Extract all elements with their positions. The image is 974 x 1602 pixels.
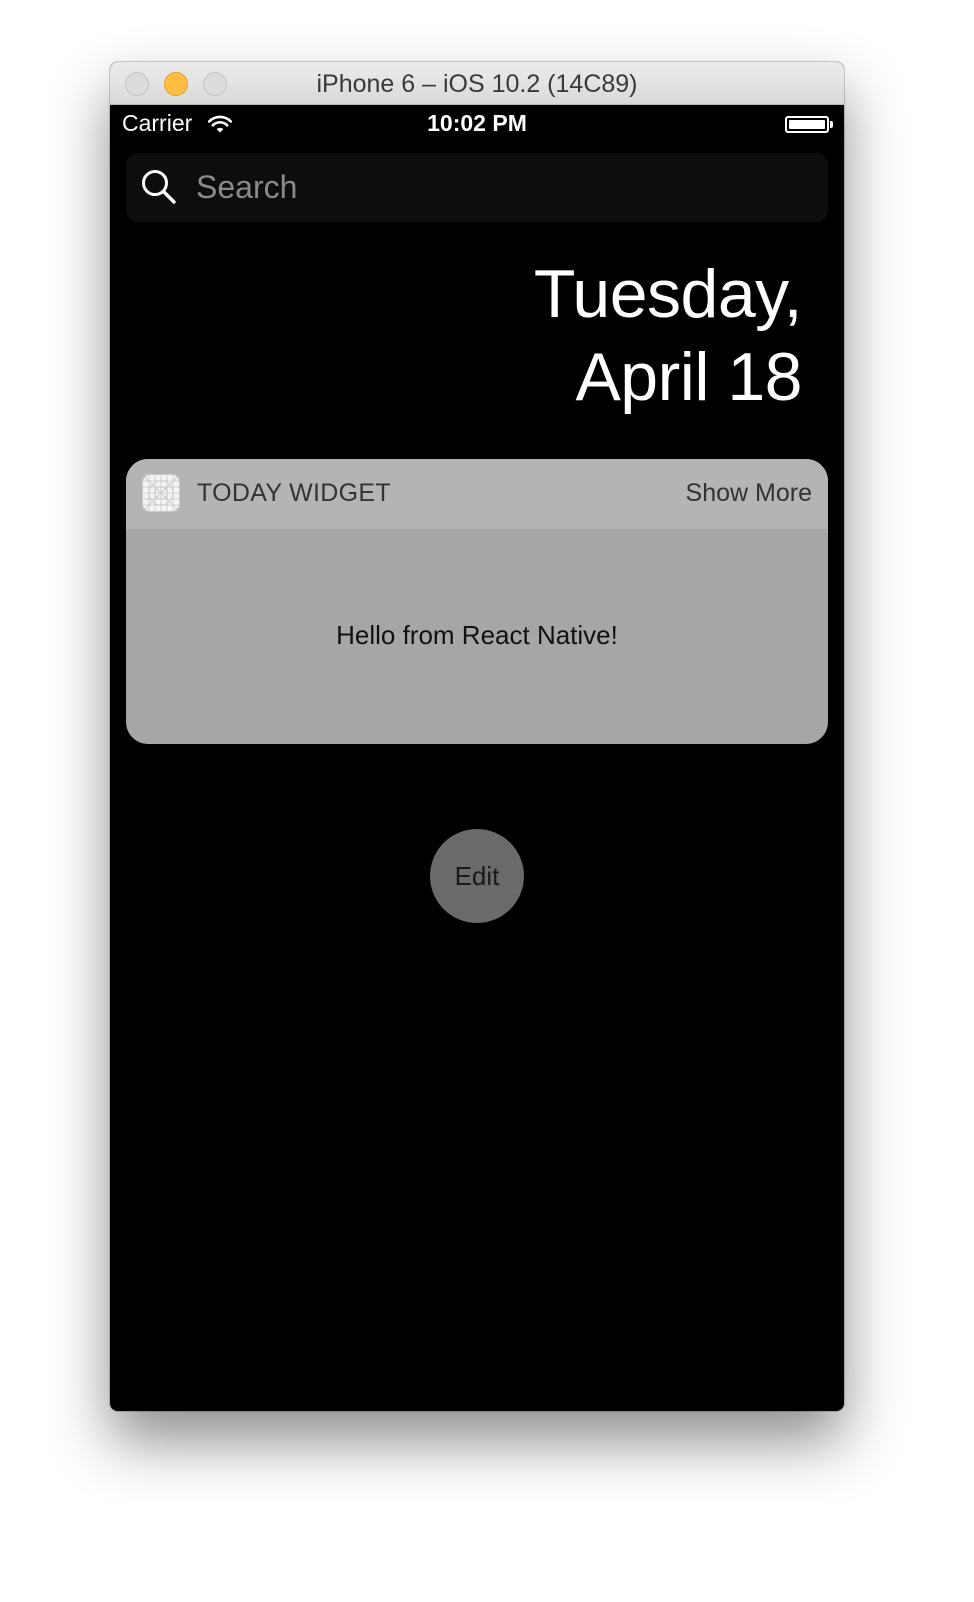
- widget-body[interactable]: Hello from React Native!: [126, 529, 828, 744]
- search-input[interactable]: [196, 166, 796, 208]
- battery-icon: [785, 116, 829, 133]
- simulator-window: iPhone 6 – iOS 10.2 (14C89) Carrier 10:0…: [110, 62, 844, 1411]
- widget-header: TODAY WIDGET Show More: [126, 459, 828, 529]
- device-screen: Carrier 10:02 PM Tuesday, April 18: [110, 105, 844, 1411]
- window-title: iPhone 6 – iOS 10.2 (14C89): [316, 70, 638, 98]
- edit-button[interactable]: Edit: [430, 829, 524, 923]
- date-weekday: Tuesday,: [533, 256, 803, 332]
- status-time: 10:02 PM: [427, 110, 527, 136]
- search-bar[interactable]: [126, 153, 828, 222]
- widget-message: Hello from React Native!: [336, 620, 618, 650]
- show-more-button[interactable]: Show More: [686, 479, 812, 508]
- app-icon: [142, 474, 180, 512]
- window-titlebar[interactable]: iPhone 6 – iOS 10.2 (14C89): [110, 62, 844, 105]
- battery-tip: [830, 121, 833, 128]
- today-widget: TODAY WIDGET Show More Hello from React …: [126, 459, 828, 744]
- date-day: April 18: [575, 339, 802, 415]
- widget-title: TODAY WIDGET: [197, 479, 391, 507]
- search-icon: [142, 170, 176, 204]
